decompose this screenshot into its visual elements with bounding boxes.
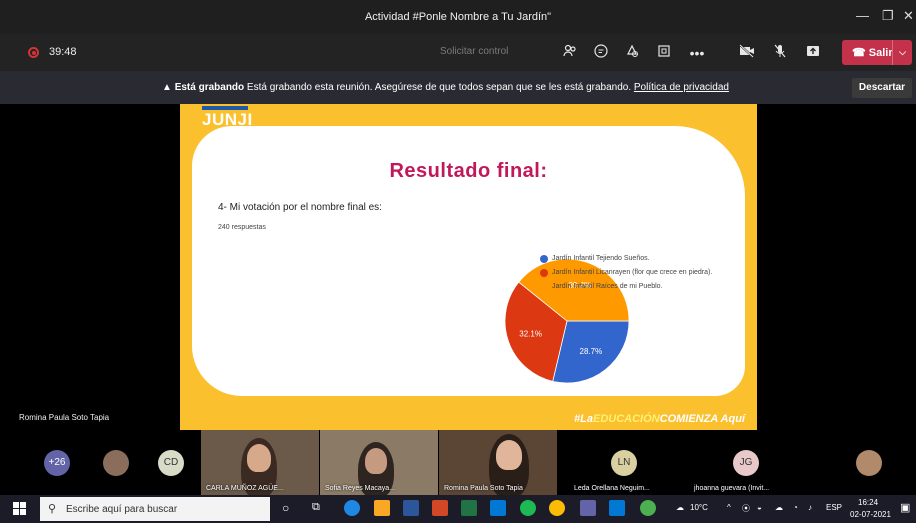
language-indicator[interactable]: ESP [826, 503, 842, 512]
privacy-policy-link[interactable]: Política de privacidad [634, 82, 729, 93]
recording-message: ▲ Está grabando Está grabando esta reuni… [162, 82, 729, 93]
request-control-button[interactable]: Solicitar control [440, 46, 508, 57]
meeting-timer: 39:48 [49, 46, 77, 58]
legend-item: Jardín Infantil Raíces de mi Pueblo. [540, 282, 720, 292]
participant-name: Romina Paula Soto Tapia [444, 485, 523, 492]
powerpoint-icon[interactable] [432, 500, 448, 516]
shared-screen: JUNJI Resultado final: 4- Mi votación po… [0, 104, 916, 430]
avatar[interactable] [856, 450, 882, 476]
presentation-slide: JUNJI Resultado final: 4- Mi votación po… [180, 104, 757, 430]
slide-card: Resultado final: 4- Mi votación por el n… [192, 126, 745, 396]
wifi-icon[interactable]: ◔ [793, 503, 798, 512]
tray-chevron-icon[interactable]: ^ [727, 503, 731, 512]
participant-name: Sofia Reyes Macaya... [325, 485, 396, 492]
slide-title: Resultado final: [389, 160, 548, 182]
legend-dot [540, 269, 548, 277]
chat-icon[interactable] [591, 43, 611, 63]
close-button[interactable]: ✕ [903, 8, 914, 24]
pie-label: 32.1% [519, 329, 542, 338]
avatar-ln[interactable]: LN [611, 450, 637, 476]
legend-label: Jardín Infantil Tejiendo Sueños. [552, 255, 650, 262]
temperature: 10°C [690, 503, 708, 512]
spotify-icon[interactable] [520, 500, 536, 516]
onedrive-icon[interactable]: ☁ [775, 503, 783, 512]
task-view-icon[interactable]: ⧉ [312, 501, 320, 514]
weather-icon[interactable]: ☁ [676, 503, 684, 512]
tray-status-icon[interactable]: ⦿ [742, 503, 750, 514]
reactions-icon[interactable] [622, 43, 642, 63]
edge-icon[interactable] [344, 500, 360, 516]
taskbar-search[interactable]: ⚲ Escribe aquí para buscar [40, 497, 270, 521]
chevron-down-icon[interactable]: ⌵ [892, 40, 912, 65]
avatar[interactable] [103, 450, 129, 476]
excel-icon[interactable] [461, 500, 477, 516]
file-explorer-icon[interactable] [374, 500, 390, 516]
legend-item: Jardín Infantil Licanrayen (flor que cre… [540, 268, 720, 278]
network-icon[interactable]: ◒ [757, 503, 762, 512]
leave-button[interactable]: ☎ Salir ⌵ [842, 40, 912, 65]
volume-icon[interactable]: ♪ [808, 503, 812, 512]
word-icon[interactable] [403, 500, 419, 516]
clock-date[interactable]: 02-07-2021 [850, 510, 891, 519]
hashtag-banner: #LaEDUCACIÓNCOMIENZA Aquí [574, 413, 745, 425]
recording-icon [28, 47, 39, 58]
pie-label: 28.7% [580, 347, 603, 356]
legend-dot [540, 283, 548, 291]
windows-start-icon[interactable] [13, 502, 26, 520]
participants-strip: +26 CD CARLA MUÑOZ AGÜE... Sofia Reyes M… [0, 430, 916, 495]
leave-label: ☎ Salir [852, 47, 893, 59]
outlook-icon[interactable] [490, 500, 506, 516]
title-bar: Actividad #Ponle Nombre a Tu Jardín" — ❐… [0, 0, 916, 34]
mic-off-icon[interactable] [770, 43, 790, 63]
cortana-icon[interactable]: ○ [282, 501, 289, 515]
avatar-cd[interactable]: CD [158, 450, 184, 476]
participant-face [365, 448, 387, 474]
legend-label: Jardín Infantil Raíces de mi Pueblo. [552, 283, 663, 290]
share-screen-icon[interactable] [803, 43, 823, 63]
video-tile[interactable]: CARLA MUÑOZ AGÜE... [201, 430, 319, 495]
chart-legend: Jardín Infantil Tejiendo Sueños. Jardín … [540, 254, 720, 296]
search-placeholder: Escribe aquí para buscar [66, 504, 178, 515]
app-icon[interactable] [640, 500, 656, 516]
rooms-icon[interactable] [654, 43, 674, 63]
recording-text: Está grabando esta reunión. Asegúrese de… [244, 82, 634, 93]
minimize-button[interactable]: — [856, 8, 869, 23]
photos-icon[interactable] [609, 500, 625, 516]
participant-name: jhoanna guevara (Invit... [694, 485, 770, 492]
participants-icon[interactable] [560, 43, 580, 63]
more-participants-button[interactable]: +26 [44, 450, 70, 476]
participant-name: CARLA MUÑOZ AGÜE... [206, 485, 284, 492]
recording-banner: ▲ Está grabando Está grabando esta reuni… [0, 71, 916, 104]
question-text: 4- Mi votación por el nombre final es: [218, 202, 382, 213]
teams-icon[interactable] [580, 500, 596, 516]
search-icon: ⚲ [48, 503, 57, 515]
window-title: Actividad #Ponle Nombre a Tu Jardín" [364, 11, 552, 23]
more-actions-icon[interactable]: ••• [687, 43, 707, 63]
recording-bold: Está grabando [174, 82, 245, 93]
participant-face [496, 440, 522, 470]
meeting-toolbar: 39:48 Solicitar control ••• ☎ Salir ⌵ [0, 34, 916, 71]
notifications-icon[interactable]: ▣ [900, 501, 910, 514]
legend-dot [540, 255, 548, 263]
chrome-icon[interactable] [549, 500, 565, 516]
participant-face [247, 444, 271, 472]
legend-label: Jardín Infantil Licanrayen (flor que cre… [552, 269, 713, 276]
legend-item: Jardín Infantil Tejiendo Sueños. [540, 254, 720, 264]
video-tile[interactable]: Romina Paula Soto Tapia [439, 430, 557, 495]
dismiss-button[interactable]: Descartar [852, 78, 912, 98]
maximize-button[interactable]: ❐ [882, 8, 894, 24]
camera-off-icon[interactable] [737, 43, 757, 63]
avatar-jg[interactable]: JG [733, 450, 759, 476]
participant-name: Leda Orellana Neguim... [574, 485, 650, 492]
windows-taskbar: ⚲ Escribe aquí para buscar ○ ⧉ ☁ 10°C ^ … [0, 495, 916, 523]
presenter-name: Romina Paula Soto Tapia [19, 413, 110, 422]
video-tile[interactable]: Sofia Reyes Macaya... [320, 430, 438, 495]
responses-count: 240 respuestas [218, 224, 266, 231]
clock-time[interactable]: 16:24 [858, 498, 878, 507]
warning-icon: ▲ [162, 82, 172, 93]
